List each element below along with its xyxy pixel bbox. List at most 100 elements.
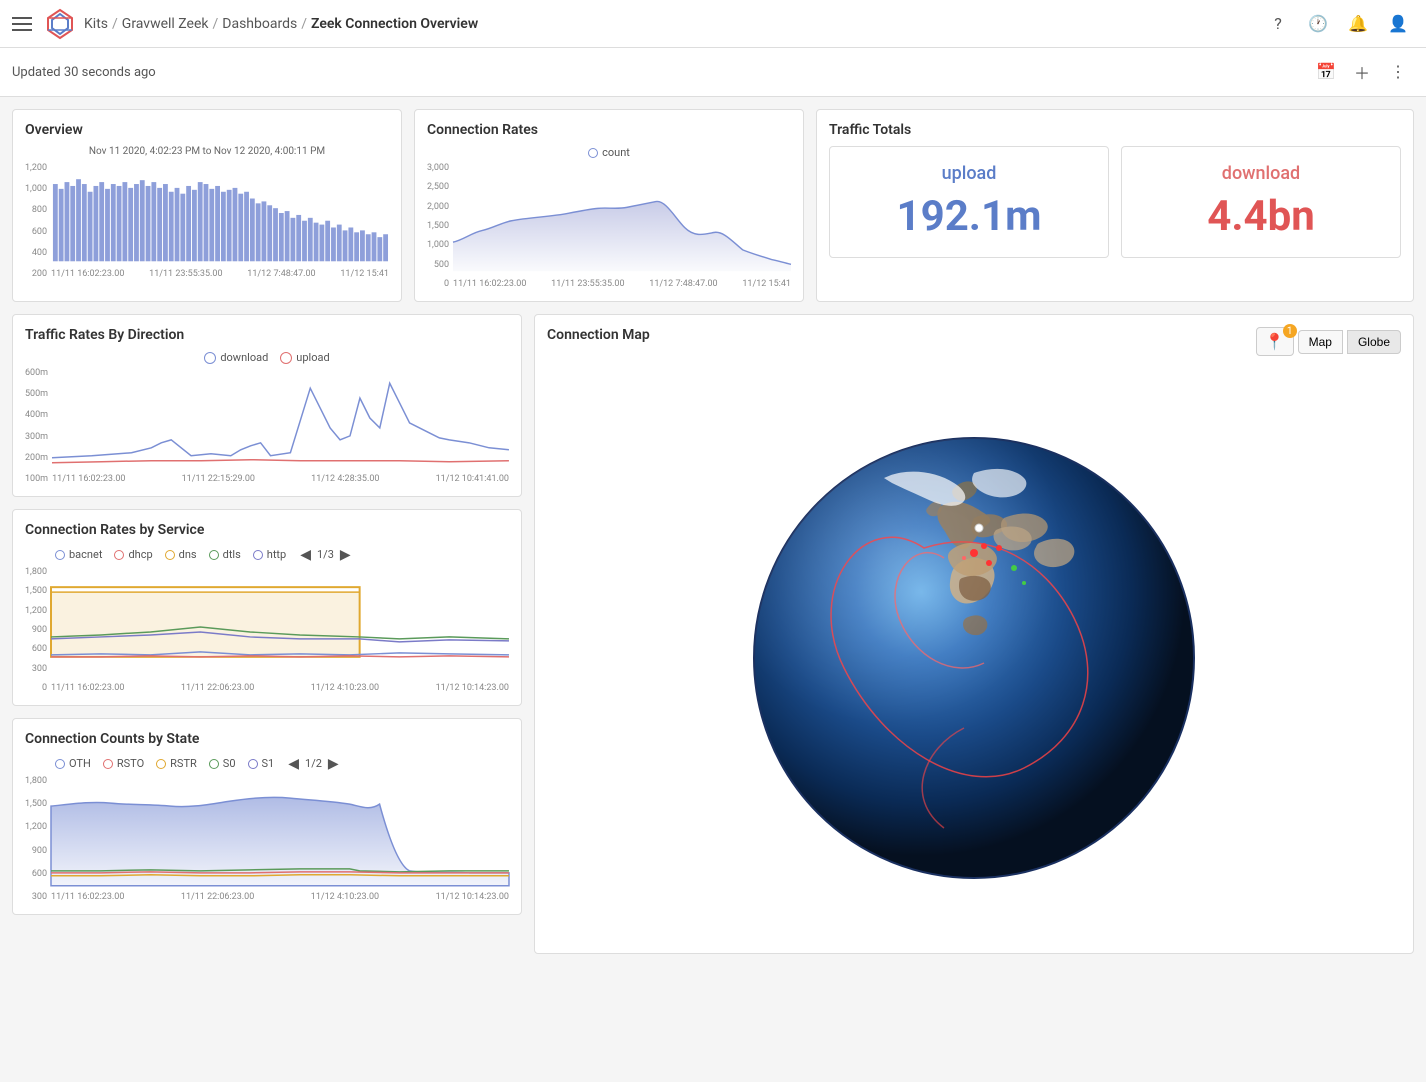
service-chart-container: 1,8001,5001,2009006003000 xyxy=(25,567,509,693)
overview-chart: 11/11 16:02:23.00 11/11 23:55:35.00 11/1… xyxy=(51,163,389,279)
subheader-actions: 📅 ＋ ⋮ xyxy=(1310,56,1414,88)
main-content: Overview Nov 11 2020, 4:02:23 PM to Nov … xyxy=(0,97,1426,966)
legend-s0: S0 xyxy=(209,757,236,770)
bottom-row: Traffic Rates By Direction download uplo… xyxy=(12,314,1414,954)
state-y-axis: 1,8001,5001,200900600300 xyxy=(25,776,51,902)
legend-http: http xyxy=(253,548,286,561)
connection-rates-time-labels: 11/11 16:02:23.00 11/11 23:55:35.00 11/1… xyxy=(453,279,791,289)
overview-chart-container: 1,2001,000800600400200 xyxy=(25,163,389,279)
upload-value: 192.1m xyxy=(846,192,1092,241)
calendar-button[interactable]: 📅 xyxy=(1310,56,1342,88)
connection-map-panel: Connection Map 📍 1 Map Globe xyxy=(534,314,1414,954)
header: Kits / Gravwell Zeek / Dashboards / Zeek… xyxy=(0,0,1426,48)
breadcrumb-dashboards[interactable]: Dashboards xyxy=(222,16,297,32)
overview-panel: Overview Nov 11 2020, 4:02:23 PM to Nov … xyxy=(12,109,402,302)
left-column: Traffic Rates By Direction download uplo… xyxy=(12,314,522,954)
breadcrumb-current: Zeek Connection Overview xyxy=(311,16,478,32)
user-icon[interactable]: 👤 xyxy=(1382,8,1414,40)
service-time-labels: 11/11 16:02:23.00 11/11 22:06:23.00 11/1… xyxy=(51,683,509,693)
top-row: Overview Nov 11 2020, 4:02:23 PM to Nov … xyxy=(12,109,1414,302)
globe-svg xyxy=(744,428,1204,888)
state-chart: 11/11 16:02:23.00 11/11 22:06:23.00 11/1… xyxy=(51,776,509,902)
state-prev-page[interactable]: ◀ xyxy=(286,755,301,772)
header-actions: ? 🕐 🔔 👤 xyxy=(1262,8,1414,40)
traffic-rates-title: Traffic Rates By Direction xyxy=(25,327,509,343)
overview-title: Overview xyxy=(25,122,389,138)
subheader: Updated 30 seconds ago 📅 ＋ ⋮ xyxy=(0,48,1426,97)
connection-rates-y-axis: 3,0002,5002,0001,5001,0005000 xyxy=(427,163,453,289)
state-chart-container: 1,8001,5001,200900600300 xyxy=(25,776,509,902)
service-prev-page[interactable]: ◀ xyxy=(298,546,313,563)
legend-s1: S1 xyxy=(248,757,275,770)
connection-rates-chart: 11/11 16:02:23.00 11/11 23:55:35.00 11/1… xyxy=(453,163,791,289)
breadcrumb-sep-3: / xyxy=(301,16,307,32)
connection-counts-state-title: Connection Counts by State xyxy=(25,731,509,747)
more-options-button[interactable]: ⋮ xyxy=(1382,56,1414,88)
breadcrumb: Kits / Gravwell Zeek / Dashboards / Zeek… xyxy=(84,16,478,32)
traffic-rates-y-axis: 600m500m400m300m200m100m xyxy=(25,368,52,484)
service-chart: 11/11 16:02:23.00 11/11 22:06:23.00 11/1… xyxy=(51,567,509,693)
legend-rsto: RSTO xyxy=(103,757,144,770)
service-page-indicator: 1/3 xyxy=(317,548,334,561)
legend-upload: upload xyxy=(280,351,329,364)
breadcrumb-sep-2: / xyxy=(213,16,219,32)
connection-rates-title: Connection Rates xyxy=(427,122,791,138)
state-time-labels: 11/11 16:02:23.00 11/11 22:06:23.00 11/1… xyxy=(51,892,509,902)
map-button[interactable]: Map xyxy=(1298,330,1343,354)
add-button[interactable]: ＋ xyxy=(1346,56,1378,88)
traffic-totals-panel: Traffic Totals upload 192.1m download 4.… xyxy=(816,109,1414,302)
legend-oth: OTH xyxy=(55,757,91,770)
state-next-page[interactable]: ▶ xyxy=(326,755,341,772)
connection-rates-panel: Connection Rates count 3,0002,5002,0001,… xyxy=(414,109,804,302)
globe-wrapper xyxy=(744,428,1204,892)
map-pin-badge: 1 xyxy=(1283,324,1297,338)
traffic-rates-panel: Traffic Rates By Direction download uplo… xyxy=(12,314,522,497)
connection-rates-service-legend: bacnet dhcp dns dtls xyxy=(25,546,509,563)
legend-download: download xyxy=(204,351,268,364)
logo-icon xyxy=(44,8,76,40)
map-controls: 📍 1 Map Globe xyxy=(1256,327,1401,356)
connection-rates-service-title: Connection Rates by Service xyxy=(25,522,509,538)
clock-icon[interactable]: 🕐 xyxy=(1302,8,1334,40)
connection-rates-service-panel: Connection Rates by Service bacnet dhcp … xyxy=(12,509,522,706)
right-column: Connection Map 📍 1 Map Globe xyxy=(534,314,1414,954)
legend-rstr: RSTR xyxy=(156,757,197,770)
update-status: Updated 30 seconds ago xyxy=(12,65,156,80)
menu-button[interactable] xyxy=(12,17,32,31)
globe-button[interactable]: Globe xyxy=(1347,330,1401,354)
traffic-rates-legend: download upload xyxy=(25,351,509,364)
overview-date-range: Nov 11 2020, 4:02:23 PM to Nov 12 2020, … xyxy=(25,146,389,157)
download-card: download 4.4bn xyxy=(1121,146,1401,258)
state-page-indicator: 1/2 xyxy=(305,757,322,770)
legend-count: count xyxy=(588,146,630,159)
legend-bacnet: bacnet xyxy=(55,548,102,561)
service-y-axis: 1,8001,5001,2009006003000 xyxy=(25,567,51,693)
connection-rates-legend: count xyxy=(427,146,791,159)
help-icon[interactable]: ? xyxy=(1262,8,1294,40)
overview-time-labels: 11/11 16:02:23.00 11/11 23:55:35.00 11/1… xyxy=(51,269,389,279)
download-label: download xyxy=(1138,163,1384,184)
traffic-rates-chart-container: 600m500m400m300m200m100m 11/11 16:02:23.… xyxy=(25,368,509,484)
globe-container xyxy=(547,373,1401,947)
breadcrumb-sep-1: / xyxy=(112,16,118,32)
service-next-page[interactable]: ▶ xyxy=(338,546,353,563)
notifications-icon[interactable]: 🔔 xyxy=(1342,8,1374,40)
upload-label: upload xyxy=(846,163,1092,184)
map-pin-button[interactable]: 📍 1 xyxy=(1256,327,1294,356)
connection-counts-state-panel: Connection Counts by State OTH RSTO RSTR xyxy=(12,718,522,915)
traffic-totals-cards: upload 192.1m download 4.4bn xyxy=(829,146,1401,258)
traffic-rates-chart: 11/11 16:02:23.00 11/11 22:15:29.00 11/1… xyxy=(52,368,509,484)
breadcrumb-gravwell-zeek[interactable]: Gravwell Zeek xyxy=(122,16,209,32)
download-value: 4.4bn xyxy=(1138,192,1384,241)
legend-dns: dns xyxy=(165,548,197,561)
legend-dtls: dtls xyxy=(209,548,241,561)
state-legend: OTH RSTO RSTR S0 xyxy=(25,755,509,772)
overview-y-axis: 1,2001,000800600400200 xyxy=(25,163,51,279)
traffic-rates-time-labels: 11/11 16:02:23.00 11/11 22:15:29.00 11/1… xyxy=(52,474,509,484)
service-page-nav: ◀ 1/3 ▶ xyxy=(298,546,352,563)
breadcrumb-kits[interactable]: Kits xyxy=(84,16,108,32)
legend-dhcp: dhcp xyxy=(114,548,152,561)
traffic-totals-title: Traffic Totals xyxy=(829,122,1401,138)
upload-card: upload 192.1m xyxy=(829,146,1109,258)
connection-rates-chart-container: 3,0002,5002,0001,5001,0005000 xyxy=(427,163,791,289)
